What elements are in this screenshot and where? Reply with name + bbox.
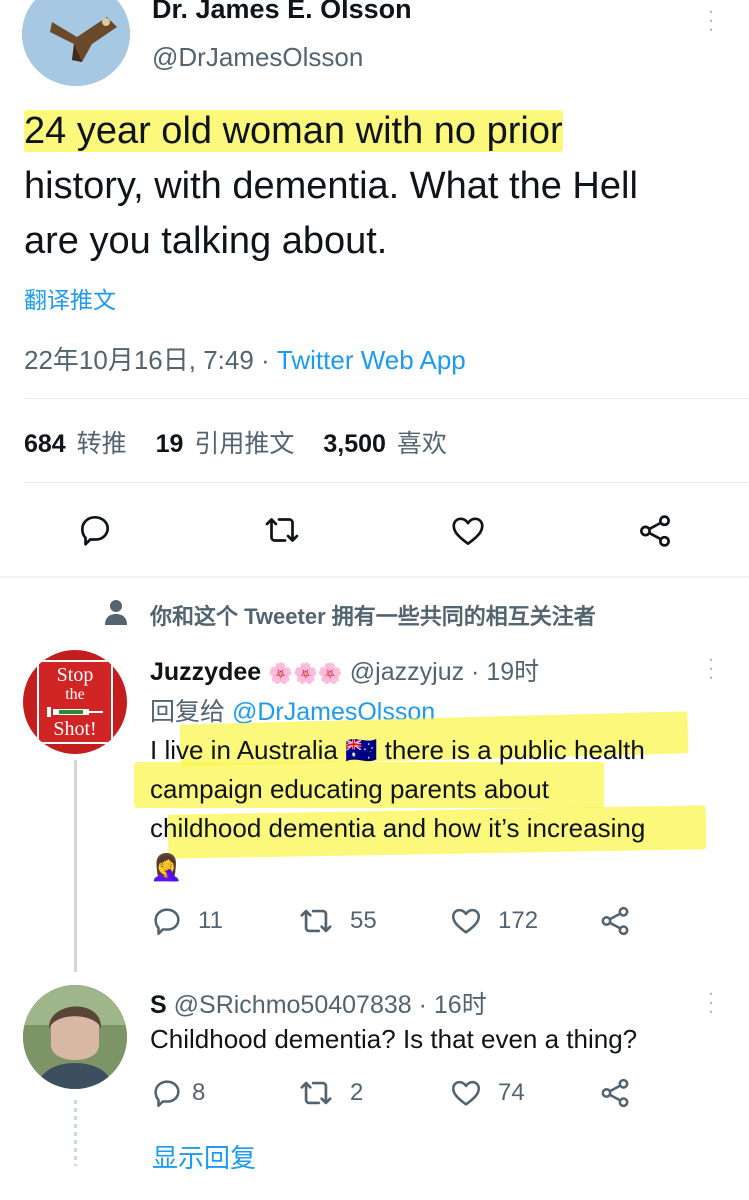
- thread-connector: [74, 760, 77, 972]
- reply1-header: Juzzydee 🌸🌸🌸 @jazzyjuz · 19时: [150, 658, 540, 686]
- share-icon[interactable]: [636, 512, 674, 550]
- hawk-icon: [22, 0, 130, 86]
- reply1-retweet-action[interactable]: 55: [296, 904, 377, 938]
- reply1-like-action[interactable]: 172: [448, 904, 538, 938]
- retweet-icon: [296, 1076, 336, 1110]
- reply2-header: S @SRichmo50407838 · 16时: [150, 985, 487, 1021]
- tweet-source-link[interactable]: Twitter Web App: [277, 345, 466, 375]
- retweet-icon: [296, 904, 336, 938]
- more-options-icon[interactable]: · · ·: [703, 0, 719, 40]
- avatar-text-the: the: [65, 686, 85, 703]
- main-tweet-text-line3: are you talking about.: [24, 220, 388, 262]
- reply2-share-action[interactable]: [598, 1076, 632, 1110]
- retweet-icon[interactable]: [261, 511, 303, 549]
- main-tweet-avatar[interactable]: [22, 0, 130, 86]
- reply2-more-options-icon[interactable]: · · ·: [703, 982, 719, 1022]
- tweet-timestamp[interactable]: 22年10月16日, 7:49: [24, 345, 254, 375]
- like-icon: [448, 904, 484, 938]
- reply1-author-name[interactable]: Juzzydee: [150, 658, 261, 686]
- divider: [24, 398, 749, 399]
- likes-stat[interactable]: 3,500 喜欢: [323, 430, 447, 458]
- divider: [24, 482, 749, 483]
- reply2-author-handle[interactable]: @SRichmo50407838: [174, 991, 412, 1019]
- like-icon: [448, 1076, 484, 1110]
- reply1-author-handle[interactable]: @jazzyjuz: [350, 658, 464, 686]
- person-icon: [104, 598, 128, 626]
- avatar-text-stop: Stop: [56, 664, 94, 686]
- show-replies-link[interactable]: 显示回复: [152, 1138, 256, 1175]
- main-tweet-author-name[interactable]: Dr. James E. Olsson: [152, 0, 412, 25]
- avatar-text-shot: Shot!: [53, 718, 97, 740]
- reply-avatar-stop-the-shot[interactable]: Stop the Shot!: [23, 650, 127, 754]
- syringe-icon: [47, 707, 103, 717]
- thread-connector-dots: [74, 1100, 77, 1166]
- like-icon[interactable]: [448, 512, 488, 550]
- retweets-stat[interactable]: 684 转推: [24, 430, 134, 458]
- reply-icon[interactable]: [76, 511, 114, 549]
- section-divider: [0, 576, 749, 578]
- main-tweet-text-line1: 24 year old woman with no prior: [24, 110, 563, 152]
- reply1-more-options-icon[interactable]: · · ·: [703, 648, 719, 688]
- main-tweet-author-handle[interactable]: @DrJamesOlsson: [152, 42, 363, 73]
- main-tweet-text: 24 year old woman with no prior history,…: [24, 104, 638, 269]
- reply1-share-action[interactable]: [598, 904, 632, 938]
- share-icon: [598, 904, 632, 938]
- reply2-avatar[interactable]: [23, 985, 127, 1089]
- reply2-text: Childhood dementia? Is that even a thing…: [150, 1024, 638, 1054]
- tweet-meta: 22年10月16日, 7:49 · Twitter Web App: [24, 345, 466, 375]
- reply1-text: I live in Australia 🇦🇺 there is a public…: [150, 735, 646, 882]
- person-photo-icon: [23, 985, 127, 1089]
- reply2-like-action[interactable]: 74: [448, 1076, 525, 1110]
- tweet-stats: 684 转推 19 引用推文 3,500 喜欢: [24, 424, 447, 460]
- reply2-author-name[interactable]: S: [150, 991, 167, 1019]
- reply2-retweet-action[interactable]: 2: [296, 1076, 363, 1110]
- reply-icon: [150, 904, 184, 938]
- mutual-followers-note: 你和这个 Tweeter 拥有一些共同的相互关注者: [150, 604, 596, 629]
- reply1-time: · 19时: [471, 658, 540, 686]
- reply2-time: · 16时: [418, 991, 487, 1019]
- reply1-reply-action[interactable]: 11: [150, 904, 223, 938]
- translate-tweet-link[interactable]: 翻译推文: [24, 281, 116, 315]
- share-icon: [598, 1076, 632, 1110]
- quotes-stat[interactable]: 19 引用推文: [156, 430, 302, 458]
- main-tweet-text-line2: history, with dementia. What the Hell: [24, 165, 638, 207]
- reply2-reply-action[interactable]: 8: [150, 1076, 205, 1110]
- reply-icon: [150, 1076, 184, 1110]
